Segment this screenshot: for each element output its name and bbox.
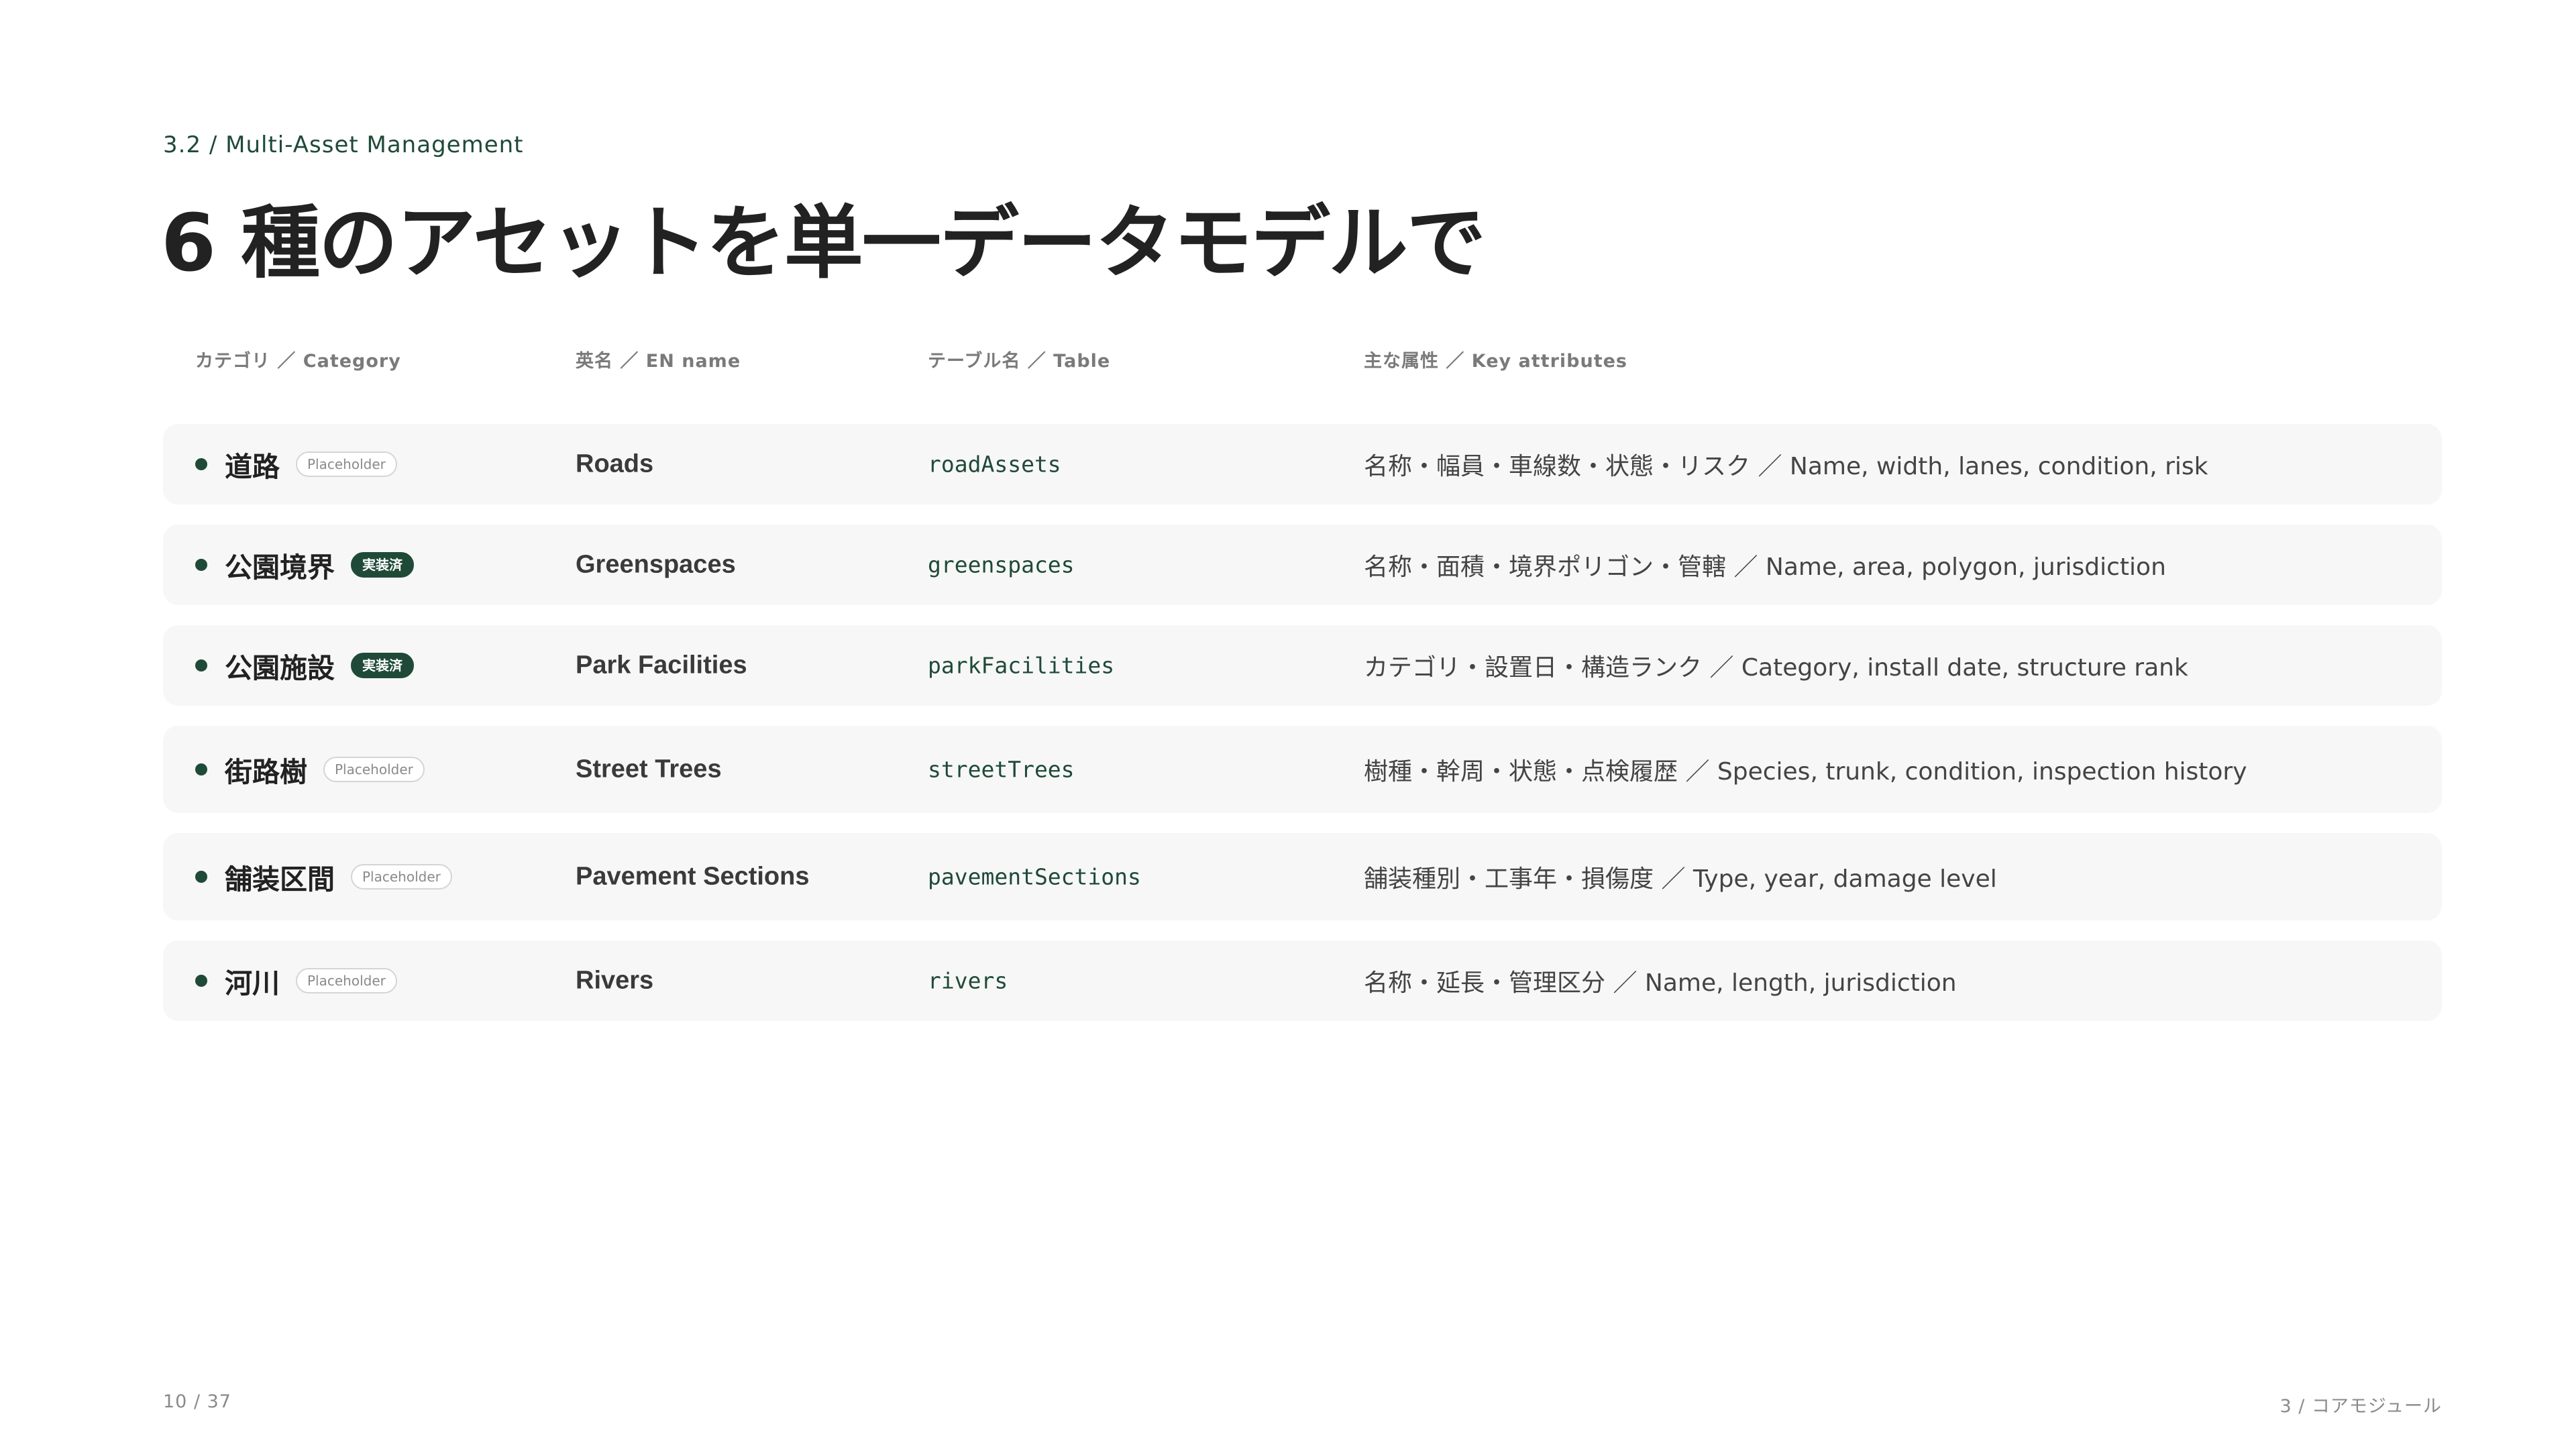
- status-badge: Placeholder: [296, 451, 397, 477]
- column-header-attributes: 主な属性 ／ Key attributes: [1364, 351, 1628, 372]
- page-title: 6 種のアセットを単一データモデルで: [161, 197, 1486, 289]
- table-name-cell: streetTrees: [928, 756, 1075, 783]
- bullet-dot-icon: [195, 763, 207, 775]
- table-row: 公園境界 実装済 Greenspaces greenspaces 名称・面積・境…: [163, 525, 2442, 605]
- bullet-dot-icon: [195, 659, 207, 672]
- category-cell: 舗装区間 Placeholder: [195, 857, 452, 897]
- category-cell: 公園境界 実装済: [195, 545, 414, 585]
- category-name: 舗装区間: [225, 863, 335, 896]
- en-name-cell: Park Facilities: [576, 651, 747, 680]
- table-row: 河川 Placeholder Rivers rivers 名称・延長・管理区分 …: [163, 941, 2442, 1021]
- attributes-cell: カテゴリ・設置日・構造ランク ／ Category, install date,…: [1364, 654, 2188, 682]
- category-name: 公園境界: [225, 551, 335, 584]
- status-badge: 実装済: [351, 552, 414, 578]
- category-cell: 河川 Placeholder: [195, 961, 397, 1001]
- column-header-category: カテゴリ ／ Category: [195, 351, 401, 372]
- en-name-cell: Roads: [576, 449, 654, 478]
- column-header-en-name: 英名 ／ EN name: [576, 351, 741, 372]
- category-cell: 公園施設 実装済: [195, 645, 414, 686]
- attributes-cell: 舗装種別・工事年・損傷度 ／ Type, year, damage level: [1364, 865, 1997, 893]
- category-name: 公園施設: [225, 652, 335, 684]
- en-name-cell: Street Trees: [576, 755, 722, 784]
- status-badge: Placeholder: [296, 968, 397, 994]
- table-row: 街路樹 Placeholder Street Trees streetTrees…: [163, 726, 2442, 813]
- status-badge: Placeholder: [323, 757, 425, 782]
- bullet-dot-icon: [195, 458, 207, 470]
- status-badge: 実装済: [351, 653, 414, 678]
- category-cell: 街路樹 Placeholder: [195, 749, 425, 790]
- section-label: 3.2 / Multi-Asset Management: [163, 131, 524, 158]
- category-name: 街路樹: [225, 756, 307, 788]
- attributes-cell: 名称・面積・境界ポリゴン・管轄 ／ Name, area, polygon, j…: [1364, 553, 2166, 581]
- en-name-cell: Greenspaces: [576, 550, 736, 579]
- asset-table: 道路 Placeholder Roads roadAssets 名称・幅員・車線…: [163, 424, 2442, 1041]
- table-name-cell: parkFacilities: [928, 652, 1115, 679]
- en-name-cell: Pavement Sections: [576, 862, 810, 891]
- chapter-label: 3 / コアモジュール: [2279, 1396, 2442, 1417]
- status-badge: Placeholder: [351, 864, 452, 890]
- column-header-table: テーブル名 ／ Table: [928, 351, 1111, 372]
- category-name: 河川: [225, 967, 280, 1000]
- category-cell: 道路 Placeholder: [195, 444, 397, 484]
- table-row: 道路 Placeholder Roads roadAssets 名称・幅員・車線…: [163, 424, 2442, 504]
- category-name: 道路: [225, 451, 280, 483]
- table-header: カテゴリ ／ Category 英名 ／ EN name テーブル名 ／ Tab…: [163, 346, 2442, 373]
- attributes-cell: 名称・延長・管理区分 ／ Name, length, jurisdiction: [1364, 969, 1957, 997]
- bullet-dot-icon: [195, 871, 207, 883]
- en-name-cell: Rivers: [576, 966, 654, 995]
- attributes-cell: 名称・幅員・車線数・状態・リスク ／ Name, width, lanes, c…: [1364, 453, 2208, 480]
- page-number: 10 / 37: [163, 1391, 231, 1412]
- table-name-cell: greenspaces: [928, 551, 1075, 578]
- table-name-cell: pavementSections: [928, 863, 1141, 890]
- table-row: 公園施設 実装済 Park Facilities parkFacilities …: [163, 625, 2442, 706]
- table-name-cell: rivers: [928, 967, 1008, 994]
- bullet-dot-icon: [195, 559, 207, 571]
- attributes-cell: 樹種・幹周・状態・点検履歴 ／ Species, trunk, conditio…: [1364, 758, 2247, 786]
- table-name-cell: roadAssets: [928, 451, 1061, 478]
- table-row: 舗装区間 Placeholder Pavement Sections pavem…: [163, 833, 2442, 920]
- bullet-dot-icon: [195, 975, 207, 987]
